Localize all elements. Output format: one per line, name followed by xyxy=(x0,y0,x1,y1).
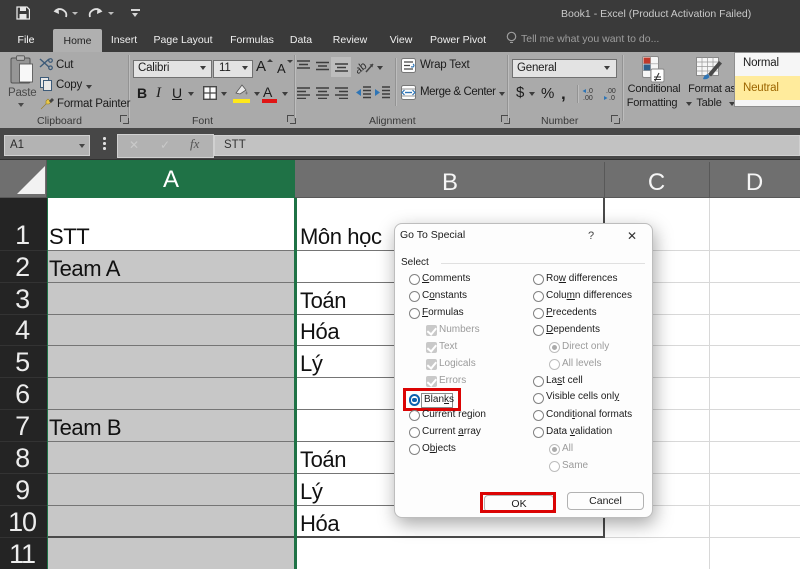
svg-text:.0: .0 xyxy=(609,95,615,101)
svg-text:.00: .00 xyxy=(606,88,616,95)
svg-text:.0: .0 xyxy=(587,88,593,95)
svg-text:.00: .00 xyxy=(583,95,593,101)
svg-text:ab: ab xyxy=(357,60,369,74)
